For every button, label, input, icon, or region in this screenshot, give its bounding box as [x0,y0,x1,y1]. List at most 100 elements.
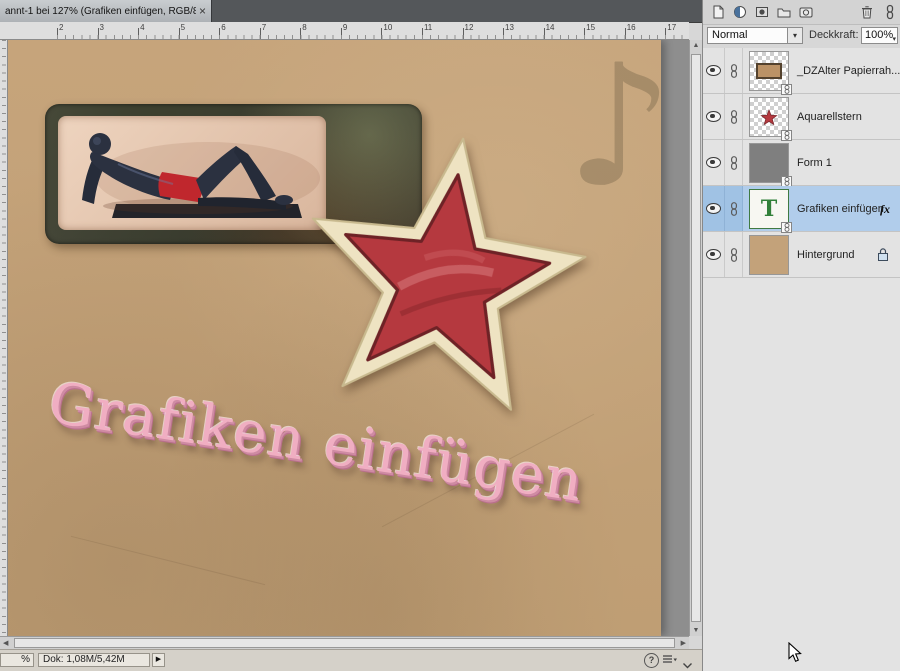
star-thumbnail-graphic [758,107,780,127]
layers-panel-toolbar [703,0,900,25]
layer-row-selected[interactable]: T Grafiken einfügen fx [703,186,900,232]
ruler-number: 6 [221,23,225,32]
document-tab[interactable]: annt-1 bei 127% (Grafiken einfügen, RGB/… [0,0,212,22]
layer-row[interactable]: Form 1 [703,140,900,186]
layer-link-toggle[interactable] [725,232,743,277]
ruler-major-tick [179,28,180,39]
status-bar: % Dok: 1,08M/5,42M ▶ ? [0,649,702,671]
layer-name[interactable]: Form 1 [797,140,832,186]
layer-row[interactable]: _DZAlter Papierrah... [703,48,900,94]
document-canvas[interactable]: Grafiken einfügen ♪ [8,40,661,636]
opacity-label: Deckkraft: [809,29,859,41]
vertical-scrollbar[interactable]: ▲ ▼ [689,40,702,636]
collapse-chevron-icon[interactable] [682,656,693,671]
blend-mode-select[interactable]: Normal ▾ [707,27,803,44]
ruler-number: 2 [59,23,63,32]
chain-link-icon [729,248,739,262]
ruler-major-tick [341,28,342,39]
chevron-down-icon[interactable]: ▾ [787,28,802,43]
ruler-major-tick [300,28,301,39]
layer-row[interactable]: Aquarellstern [703,94,900,140]
zoom-field[interactable]: % [0,653,34,667]
layer-thumbnail[interactable] [749,235,789,275]
opacity-input[interactable]: 100% ▾ [861,27,898,44]
vertical-ruler[interactable] [0,40,8,636]
photoshop-elements-window: annt-1 bei 127% (Grafiken einfügen, RGB/… [0,0,900,671]
ruler-number: 3 [100,23,104,32]
chevron-down-icon[interactable]: ▾ [892,32,896,47]
eye-icon [706,249,721,260]
layer-thumbnail[interactable] [749,51,789,91]
tab-close-icon[interactable]: × [199,5,206,17]
layer-visibility-toggle[interactable] [703,48,725,93]
eye-icon [706,65,721,76]
layer-thumbnail[interactable] [749,97,789,137]
horizontal-scroll-thumb[interactable] [14,638,675,648]
horizontal-scrollbar[interactable]: ◀ ▶ [0,636,689,649]
effects-icon[interactable] [798,4,814,20]
layer-mask-icon[interactable] [754,4,770,20]
ruler-number: 13 [505,23,514,32]
chain-link-icon [729,110,739,124]
scroll-down-icon[interactable]: ▼ [690,627,702,634]
layer-link-toggle[interactable] [725,140,743,185]
link-layers-icon[interactable] [883,4,899,20]
layer-name[interactable]: Aquarellstern [797,94,862,140]
statue-photo [58,116,326,230]
horizontal-ruler[interactable]: 234567891011121314151617 [0,22,689,40]
paper-crease [71,536,265,585]
layer-link-toggle[interactable] [725,186,743,231]
ruler-major-tick [665,28,666,39]
ruler-major-tick [57,28,58,39]
ruler-major-tick [625,28,626,39]
layer-visibility-toggle[interactable] [703,186,725,231]
eye-icon [706,111,721,122]
frame-thumbnail-graphic [756,63,782,79]
mouse-cursor [788,642,802,668]
scroll-left-icon[interactable]: ◀ [3,639,8,647]
layers-list: _DZAlter Papierrah... Aquarellstern [703,48,900,671]
layer-name[interactable]: Hintergrund [797,232,854,278]
ruler-number: 11 [424,23,432,32]
ruler-number: 4 [140,23,144,32]
eye-icon [706,203,721,214]
status-options-button[interactable]: ▶ [152,653,165,667]
layer-name[interactable]: _DZAlter Papierrah... [797,48,900,94]
ruler-major-tick [463,28,464,39]
layer-link-toggle[interactable] [725,48,743,93]
adjustment-layer-icon[interactable] [732,4,748,20]
ruler-major-tick [219,28,220,39]
layer-visibility-toggle[interactable] [703,94,725,139]
new-layer-icon[interactable] [710,4,726,20]
layer-visibility-toggle[interactable] [703,140,725,185]
scroll-right-icon[interactable]: ▶ [681,639,686,647]
ruler-number: 15 [586,23,595,32]
statue-graphic [58,116,326,230]
ruler-number: 7 [262,23,266,32]
layer-link-toggle[interactable] [725,94,743,139]
new-group-icon[interactable] [776,4,792,20]
blend-mode-value: Normal [712,29,747,41]
help-icon[interactable]: ? [644,653,659,668]
ruler-major-tick [503,28,504,39]
lock-icon[interactable] [876,247,890,267]
chain-link-icon [729,156,739,170]
layer-name[interactable]: Grafiken einfügen [797,186,884,232]
panel-options-icon[interactable] [662,653,678,671]
layer-visibility-toggle[interactable] [703,232,725,277]
vertical-scroll-thumb[interactable] [691,54,701,622]
layer-thumbnail[interactable] [749,143,789,183]
ruler-major-tick [138,28,139,39]
ruler-major-tick [98,28,99,39]
text-layer-letter: T [761,196,777,222]
ruler-number: 9 [343,23,347,32]
layer-row[interactable]: Hintergrund [703,232,900,278]
scroll-up-icon[interactable]: ▲ [690,42,702,49]
layer-thumbnail[interactable]: T [749,189,789,229]
ruler-number: 17 [667,23,676,32]
document-tab-bar: annt-1 bei 127% (Grafiken einfügen, RGB/… [0,0,702,23]
canvas-viewport: Grafiken einfügen ♪ [8,40,689,636]
trash-icon[interactable] [859,4,875,20]
ruler-major-tick [260,28,261,39]
layer-style-fx-icon[interactable]: fx [880,202,890,217]
